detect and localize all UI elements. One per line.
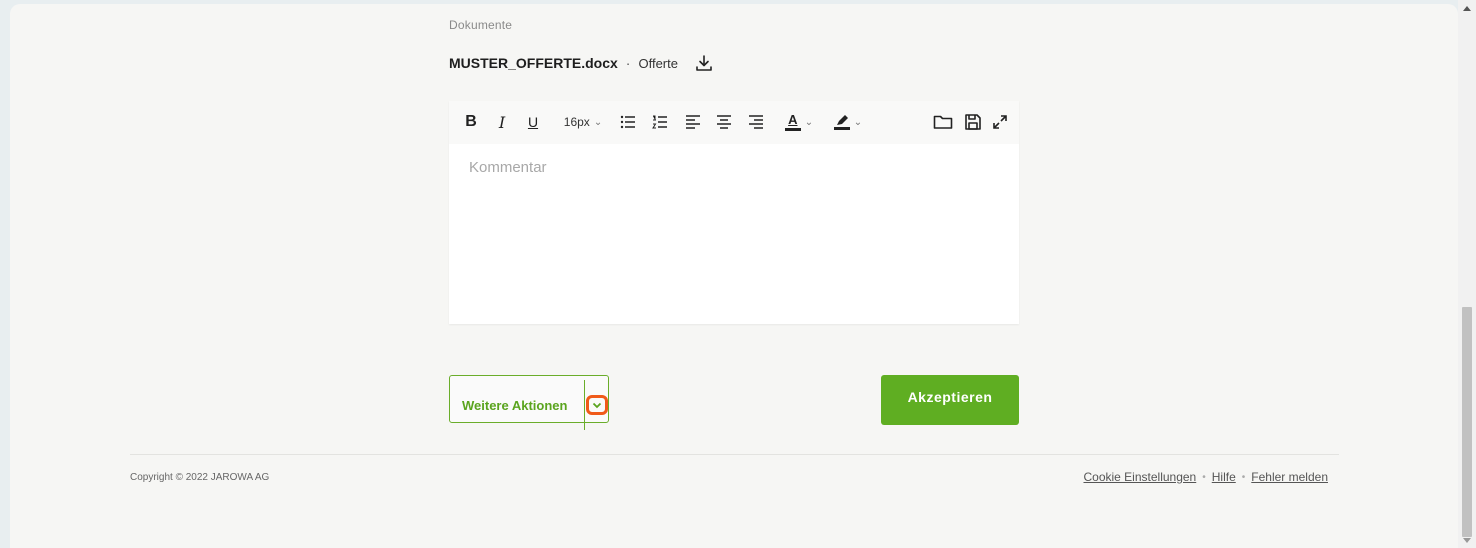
underline-button[interactable]: U xyxy=(526,112,540,132)
align-center-icon[interactable] xyxy=(715,112,733,132)
scrollbar-thumb[interactable] xyxy=(1462,307,1472,537)
more-actions-button[interactable]: Weitere Aktionen xyxy=(449,375,609,430)
footer-separator: • xyxy=(1241,471,1246,483)
document-separator: · xyxy=(625,55,631,71)
documents-section-label: Dokumente xyxy=(449,18,513,32)
chevron-down-icon: ⌄ xyxy=(804,116,814,128)
accept-button[interactable]: Akzeptieren xyxy=(881,375,1019,425)
editor-toolbar: B I U 16px ⌄ A ⌄ ⌄ xyxy=(449,101,1019,144)
more-actions-toggle[interactable] xyxy=(586,395,608,415)
numbered-list-icon[interactable] xyxy=(651,112,669,132)
document-row: MUSTER_OFFERTE.docx · Offerte xyxy=(449,52,714,74)
chevron-down-icon: ⌄ xyxy=(853,116,863,128)
save-icon[interactable] xyxy=(963,112,983,132)
copyright-text: Copyright © 2022 JAROWA AG xyxy=(130,472,270,483)
highlight-color-select[interactable]: ⌄ xyxy=(827,112,869,132)
italic-button[interactable]: I xyxy=(495,112,509,132)
bullet-list-icon[interactable] xyxy=(619,112,637,132)
scroll-up-arrow-icon[interactable] xyxy=(1463,6,1471,11)
highlight-icon xyxy=(833,114,850,130)
chevron-down-icon: ⌄ xyxy=(593,116,603,128)
vertical-scrollbar[interactable] xyxy=(1458,0,1476,548)
report-error-link[interactable]: Fehler melden xyxy=(1251,470,1328,484)
folder-icon[interactable] xyxy=(933,112,953,132)
text-color-select[interactable]: A ⌄ xyxy=(779,112,819,132)
bold-button[interactable]: B xyxy=(464,112,478,132)
font-size-value: 16px xyxy=(563,115,590,129)
download-icon[interactable] xyxy=(694,53,714,73)
document-file-name[interactable]: MUSTER_OFFERTE.docx xyxy=(449,55,618,71)
footer-divider xyxy=(130,454,1339,455)
footer-links: Cookie Einstellungen • Hilfe • Fehler me… xyxy=(1083,470,1328,484)
scroll-down-arrow-icon[interactable] xyxy=(1463,538,1471,543)
fullscreen-icon[interactable] xyxy=(991,112,1009,132)
comment-editor: B I U 16px ⌄ A ⌄ ⌄ Kommentar xyxy=(449,101,1019,324)
footer-separator: • xyxy=(1202,471,1206,483)
document-type: Offerte xyxy=(638,55,678,71)
help-link[interactable]: Hilfe xyxy=(1212,470,1236,484)
align-left-icon[interactable] xyxy=(684,112,702,132)
font-size-select[interactable]: 16px ⌄ xyxy=(558,112,608,132)
more-actions-label: Weitere Aktionen xyxy=(462,398,568,413)
comment-input[interactable]: Kommentar xyxy=(469,159,547,176)
cookie-settings-link[interactable]: Cookie Einstellungen xyxy=(1083,470,1196,484)
text-color-icon: A xyxy=(784,113,801,131)
align-right-icon[interactable] xyxy=(747,112,765,132)
page-background: Dokumente MUSTER_OFFERTE.docx · Offerte … xyxy=(10,4,1458,548)
more-actions-divider xyxy=(584,380,585,430)
chevron-down-icon xyxy=(592,402,602,408)
